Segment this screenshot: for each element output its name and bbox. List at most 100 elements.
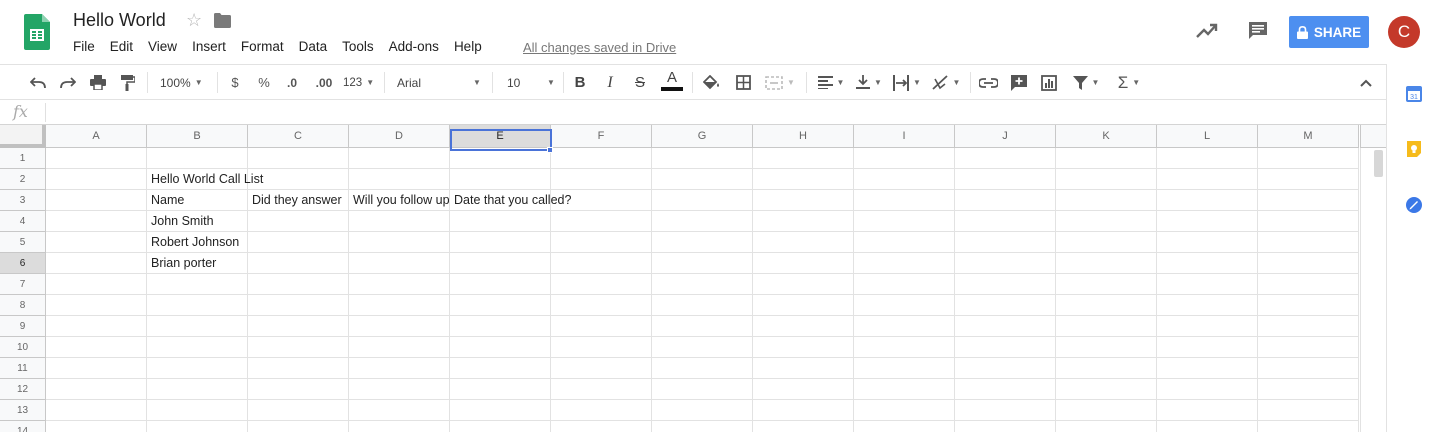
cell-l7[interactable] bbox=[1157, 274, 1258, 295]
cell-i9[interactable] bbox=[854, 316, 955, 337]
cell-d8[interactable] bbox=[349, 295, 450, 316]
cell-d9[interactable] bbox=[349, 316, 450, 337]
cell-i10[interactable] bbox=[854, 337, 955, 358]
cell-c4[interactable] bbox=[248, 211, 349, 232]
cell-h6[interactable] bbox=[753, 253, 854, 274]
cell-e12[interactable] bbox=[450, 379, 551, 400]
cell-l2[interactable] bbox=[1157, 169, 1258, 190]
cell-g4[interactable] bbox=[652, 211, 753, 232]
cell-b8[interactable] bbox=[147, 295, 248, 316]
cell-l5[interactable] bbox=[1157, 232, 1258, 253]
cell-b9[interactable] bbox=[147, 316, 248, 337]
row-header-1[interactable]: 1 bbox=[0, 148, 46, 169]
document-title[interactable]: Hello World bbox=[73, 10, 166, 31]
cell-f8[interactable] bbox=[551, 295, 652, 316]
cell-d11[interactable] bbox=[349, 358, 450, 379]
cell-g11[interactable] bbox=[652, 358, 753, 379]
star-icon[interactable]: ☆ bbox=[186, 10, 202, 31]
menu-view[interactable]: View bbox=[148, 39, 177, 54]
scrollbar-thumb[interactable] bbox=[1374, 150, 1383, 177]
more-formats-select[interactable]: 123 ▼ bbox=[343, 65, 375, 100]
cell-l13[interactable] bbox=[1157, 400, 1258, 421]
cell-c13[interactable] bbox=[248, 400, 349, 421]
cell-h11[interactable] bbox=[753, 358, 854, 379]
cell-c1[interactable] bbox=[248, 148, 349, 169]
explore-trend-icon[interactable] bbox=[1196, 22, 1218, 40]
cell-a11[interactable] bbox=[46, 358, 147, 379]
cell-k2[interactable] bbox=[1056, 169, 1157, 190]
cell-k9[interactable] bbox=[1056, 316, 1157, 337]
cell-j14[interactable] bbox=[955, 421, 1056, 432]
text-color-button[interactable]: A bbox=[661, 65, 683, 100]
cell-i3[interactable] bbox=[854, 190, 955, 211]
cell-j5[interactable] bbox=[955, 232, 1056, 253]
cell-c10[interactable] bbox=[248, 337, 349, 358]
column-header-f[interactable]: F bbox=[551, 125, 652, 148]
formula-input[interactable] bbox=[52, 100, 1372, 124]
cell-b5[interactable]: Robert Johnson bbox=[147, 232, 248, 253]
row-header-9[interactable]: 9 bbox=[0, 316, 46, 337]
column-header-l[interactable]: L bbox=[1157, 125, 1258, 148]
cell-d10[interactable] bbox=[349, 337, 450, 358]
calendar-icon[interactable]: 31 bbox=[1405, 85, 1423, 103]
cell-i4[interactable] bbox=[854, 211, 955, 232]
cell-k12[interactable] bbox=[1056, 379, 1157, 400]
menu-addons[interactable]: Add-ons bbox=[389, 39, 439, 54]
cell-k14[interactable] bbox=[1056, 421, 1157, 432]
column-header-j[interactable]: J bbox=[955, 125, 1056, 148]
cell-d6[interactable] bbox=[349, 253, 450, 274]
paint-format-icon[interactable] bbox=[117, 65, 139, 100]
cell-e8[interactable] bbox=[450, 295, 551, 316]
cell-c14[interactable] bbox=[248, 421, 349, 432]
cell-f2[interactable] bbox=[551, 169, 652, 190]
cell-h2[interactable] bbox=[753, 169, 854, 190]
cell-d7[interactable] bbox=[349, 274, 450, 295]
cell-d13[interactable] bbox=[349, 400, 450, 421]
cell-m10[interactable] bbox=[1258, 337, 1359, 358]
cell-m5[interactable] bbox=[1258, 232, 1359, 253]
column-header-i[interactable]: I bbox=[854, 125, 955, 148]
cell-e6[interactable] bbox=[450, 253, 551, 274]
row-header-8[interactable]: 8 bbox=[0, 295, 46, 316]
cell-c6[interactable] bbox=[248, 253, 349, 274]
filter-icon[interactable]: ▼ bbox=[1068, 65, 1104, 100]
font-size-select[interactable]: 10 ▼ bbox=[507, 65, 555, 100]
cell-g9[interactable] bbox=[652, 316, 753, 337]
cell-g3[interactable] bbox=[652, 190, 753, 211]
cell-k4[interactable] bbox=[1056, 211, 1157, 232]
cell-j10[interactable] bbox=[955, 337, 1056, 358]
cell-i12[interactable] bbox=[854, 379, 955, 400]
text-rotation-icon[interactable]: ▼ bbox=[929, 65, 963, 100]
menu-edit[interactable]: Edit bbox=[110, 39, 133, 54]
percent-format-button[interactable]: % bbox=[255, 65, 273, 100]
functions-button[interactable]: Σ ▼ bbox=[1113, 65, 1145, 100]
currency-format-button[interactable]: $ bbox=[226, 65, 244, 100]
cell-b11[interactable] bbox=[147, 358, 248, 379]
cell-l4[interactable] bbox=[1157, 211, 1258, 232]
cell-m13[interactable] bbox=[1258, 400, 1359, 421]
cell-f12[interactable] bbox=[551, 379, 652, 400]
cell-f1[interactable] bbox=[551, 148, 652, 169]
cell-b6[interactable]: Brian porter bbox=[147, 253, 248, 274]
zoom-select[interactable]: 100% ▼ bbox=[160, 65, 208, 100]
cell-m6[interactable] bbox=[1258, 253, 1359, 274]
cell-j11[interactable] bbox=[955, 358, 1056, 379]
cell-m4[interactable] bbox=[1258, 211, 1359, 232]
cell-h12[interactable] bbox=[753, 379, 854, 400]
cell-c11[interactable] bbox=[248, 358, 349, 379]
keep-notes-icon[interactable] bbox=[1405, 140, 1423, 158]
cell-a8[interactable] bbox=[46, 295, 147, 316]
cell-k6[interactable] bbox=[1056, 253, 1157, 274]
cell-f11[interactable] bbox=[551, 358, 652, 379]
tasks-icon[interactable] bbox=[1405, 196, 1423, 214]
redo-icon[interactable] bbox=[57, 65, 79, 100]
cell-b14[interactable] bbox=[147, 421, 248, 432]
cell-e13[interactable] bbox=[450, 400, 551, 421]
cell-j8[interactable] bbox=[955, 295, 1056, 316]
cell-k10[interactable] bbox=[1056, 337, 1157, 358]
cell-m8[interactable] bbox=[1258, 295, 1359, 316]
row-header-4[interactable]: 4 bbox=[0, 211, 46, 232]
cell-f6[interactable] bbox=[551, 253, 652, 274]
cell-b7[interactable] bbox=[147, 274, 248, 295]
cell-e11[interactable] bbox=[450, 358, 551, 379]
